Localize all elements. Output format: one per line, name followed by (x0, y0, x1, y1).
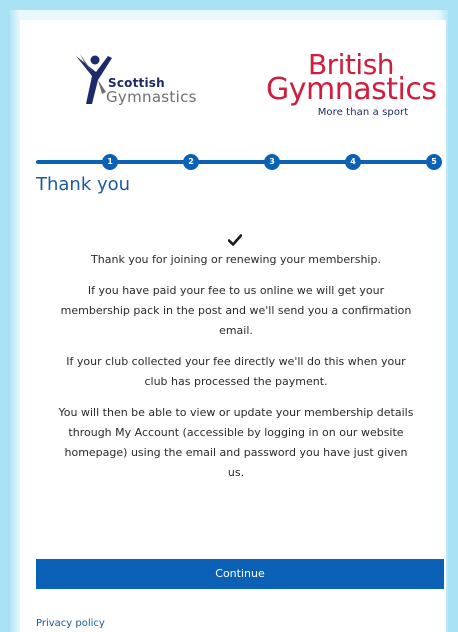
step-3: 3 (264, 154, 280, 170)
membership-card: Scottish Gymnastics British Gymnastics M… (20, 20, 446, 632)
continue-button[interactable]: Continue (36, 559, 444, 589)
british-logo-tagline: More than a sport (317, 107, 409, 118)
scottish-logo-bottom-text: Gymnastics (106, 88, 197, 106)
step-4: 4 (345, 154, 361, 170)
checkmark-icon (228, 234, 242, 246)
logo-header: Scottish Gymnastics British Gymnastics M… (20, 20, 446, 130)
step-2: 2 (183, 154, 199, 170)
progress-stepper: 1 2 3 4 5 (36, 152, 442, 172)
british-gymnastics-logo: British Gymnastics More than a sport (266, 50, 437, 120)
online-payment-text: If you have paid your fee to us online w… (60, 284, 412, 337)
my-account-text: You will then be able to view or update … (58, 406, 414, 479)
step-5: 5 (426, 154, 442, 170)
step-1: 1 (102, 154, 118, 170)
stepper-track (36, 160, 432, 164)
page-title: Thank you (36, 174, 131, 195)
british-logo-line2: Gymnastics (266, 72, 437, 107)
club-payment-text: If your club collected your fee directly… (66, 355, 406, 388)
thank-you-text: Thank you for joining or renewing your m… (91, 253, 381, 266)
confirmation-message: Thank you for joining or renewing your m… (56, 250, 416, 494)
scottish-gymnastics-logo: Scottish Gymnastics (72, 52, 222, 112)
privacy-policy-link[interactable]: Privacy policy (36, 618, 105, 629)
